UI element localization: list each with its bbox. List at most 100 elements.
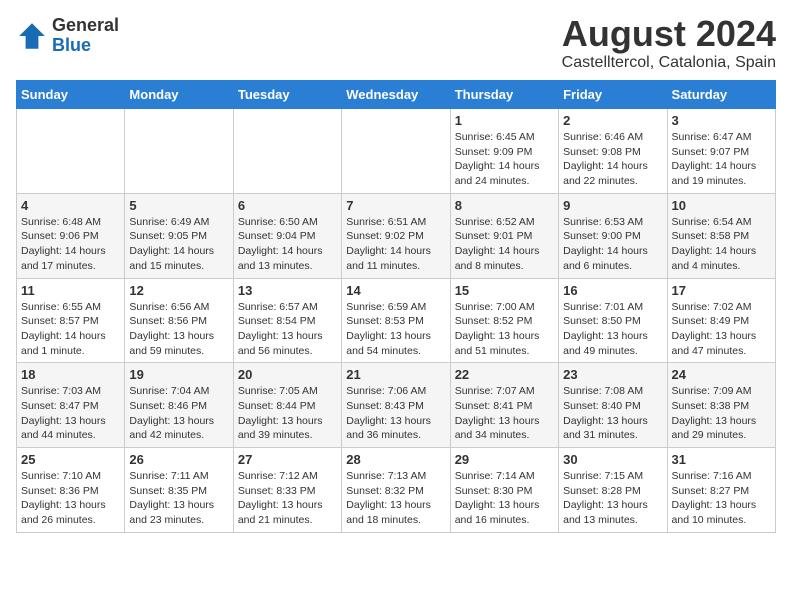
day-info: Sunrise: 7:01 AM Sunset: 8:50 PM Dayligh… — [563, 300, 662, 359]
logo: General Blue — [16, 16, 119, 56]
calendar-cell: 18 Sunrise: 7:03 AM Sunset: 8:47 PM Dayli… — [17, 363, 125, 448]
day-info: Sunrise: 6:52 AM Sunset: 9:01 PM Dayligh… — [455, 215, 554, 274]
calendar-cell — [125, 109, 233, 194]
day-number: 5 — [129, 198, 228, 213]
weekday-header-sunday: Sunday — [17, 81, 125, 109]
day-info: Sunrise: 7:15 AM Sunset: 8:28 PM Dayligh… — [563, 469, 662, 528]
day-info: Sunrise: 7:06 AM Sunset: 8:43 PM Dayligh… — [346, 384, 445, 443]
day-number: 27 — [238, 452, 337, 467]
day-info: Sunrise: 7:12 AM Sunset: 8:33 PM Dayligh… — [238, 469, 337, 528]
weekday-header-wednesday: Wednesday — [342, 81, 450, 109]
day-info: Sunrise: 6:56 AM Sunset: 8:56 PM Dayligh… — [129, 300, 228, 359]
day-info: Sunrise: 6:55 AM Sunset: 8:57 PM Dayligh… — [21, 300, 120, 359]
day-number: 15 — [455, 283, 554, 298]
day-info: Sunrise: 7:09 AM Sunset: 8:38 PM Dayligh… — [672, 384, 771, 443]
title-section: August 2024 Castelltercol, Catalonia, Sp… — [562, 16, 776, 72]
day-info: Sunrise: 7:03 AM Sunset: 8:47 PM Dayligh… — [21, 384, 120, 443]
logo-text: General Blue — [52, 16, 119, 56]
calendar-cell: 4 Sunrise: 6:48 AM Sunset: 9:06 PM Daylig… — [17, 193, 125, 278]
day-info: Sunrise: 6:54 AM Sunset: 8:58 PM Dayligh… — [672, 215, 771, 274]
calendar-week-4: 18 Sunrise: 7:03 AM Sunset: 8:47 PM Dayli… — [17, 363, 776, 448]
day-info: Sunrise: 7:04 AM Sunset: 8:46 PM Dayligh… — [129, 384, 228, 443]
day-info: Sunrise: 6:50 AM Sunset: 9:04 PM Dayligh… — [238, 215, 337, 274]
day-info: Sunrise: 6:51 AM Sunset: 9:02 PM Dayligh… — [346, 215, 445, 274]
calendar-cell: 22 Sunrise: 7:07 AM Sunset: 8:41 PM Dayli… — [450, 363, 558, 448]
weekday-header-monday: Monday — [125, 81, 233, 109]
calendar-cell: 9Sunrise: 6:53 AM Sunset: 9:00 PM Daylig… — [559, 193, 667, 278]
day-number: 23 — [563, 367, 662, 382]
day-number: 12 — [129, 283, 228, 298]
day-number: 24 — [672, 367, 771, 382]
day-number: 1 — [455, 113, 554, 128]
calendar-cell: 6Sunrise: 6:50 AM Sunset: 9:04 PM Daylig… — [233, 193, 341, 278]
day-info: Sunrise: 6:48 AM Sunset: 9:06 PM Dayligh… — [21, 215, 120, 274]
day-info: Sunrise: 7:08 AM Sunset: 8:40 PM Dayligh… — [563, 384, 662, 443]
day-info: Sunrise: 6:45 AM Sunset: 9:09 PM Dayligh… — [455, 130, 554, 189]
day-number: 20 — [238, 367, 337, 382]
day-number: 31 — [672, 452, 771, 467]
calendar-cell: 17Sunrise: 7:02 AM Sunset: 8:49 PM Dayli… — [667, 278, 775, 363]
day-info: Sunrise: 6:57 AM Sunset: 8:54 PM Dayligh… — [238, 300, 337, 359]
calendar-cell: 11 Sunrise: 6:55 AM Sunset: 8:57 PM Dayli… — [17, 278, 125, 363]
day-number: 14 — [346, 283, 445, 298]
weekday-header-tuesday: Tuesday — [233, 81, 341, 109]
day-number: 28 — [346, 452, 445, 467]
day-number: 16 — [563, 283, 662, 298]
day-number: 11 — [21, 283, 120, 298]
day-number: 25 — [21, 452, 120, 467]
day-number: 3 — [672, 113, 771, 128]
calendar-week-1: 1 Sunrise: 6:45 AM Sunset: 9:09 PM Daylig… — [17, 109, 776, 194]
calendar-cell: 12 Sunrise: 6:56 AM Sunset: 8:56 PM Dayli… — [125, 278, 233, 363]
day-number: 7 — [346, 198, 445, 213]
day-number: 26 — [129, 452, 228, 467]
day-number: 21 — [346, 367, 445, 382]
day-number: 2 — [563, 113, 662, 128]
calendar-cell: 24 Sunrise: 7:09 AM Sunset: 8:38 PM Dayli… — [667, 363, 775, 448]
calendar-cell: 14 Sunrise: 6:59 AM Sunset: 8:53 PM Dayli… — [342, 278, 450, 363]
calendar-cell: 16 Sunrise: 7:01 AM Sunset: 8:50 PM Dayli… — [559, 278, 667, 363]
month-year: August 2024 — [562, 16, 776, 52]
day-info: Sunrise: 6:47 AM Sunset: 9:07 PM Dayligh… — [672, 130, 771, 189]
location: Castelltercol, Catalonia, Spain — [562, 54, 776, 72]
weekday-header-thursday: Thursday — [450, 81, 558, 109]
day-info: Sunrise: 6:49 AM Sunset: 9:05 PM Dayligh… — [129, 215, 228, 274]
calendar-cell: 2 Sunrise: 6:46 AM Sunset: 9:08 PM Daylig… — [559, 109, 667, 194]
logo-icon — [16, 20, 48, 52]
weekday-header-saturday: Saturday — [667, 81, 775, 109]
calendar-cell: 30Sunrise: 7:15 AM Sunset: 8:28 PM Dayli… — [559, 448, 667, 533]
calendar-cell: 15 Sunrise: 7:00 AM Sunset: 8:52 PM Dayli… — [450, 278, 558, 363]
calendar-cell: 5 Sunrise: 6:49 AM Sunset: 9:05 PM Daylig… — [125, 193, 233, 278]
day-info: Sunrise: 7:16 AM Sunset: 8:27 PM Dayligh… — [672, 469, 771, 528]
day-number: 9 — [563, 198, 662, 213]
day-number: 4 — [21, 198, 120, 213]
day-number: 13 — [238, 283, 337, 298]
day-info: Sunrise: 7:10 AM Sunset: 8:36 PM Dayligh… — [21, 469, 120, 528]
day-number: 18 — [21, 367, 120, 382]
day-number: 29 — [455, 452, 554, 467]
day-info: Sunrise: 7:00 AM Sunset: 8:52 PM Dayligh… — [455, 300, 554, 359]
calendar-cell — [17, 109, 125, 194]
calendar-week-5: 25 Sunrise: 7:10 AM Sunset: 8:36 PM Dayli… — [17, 448, 776, 533]
weekday-header-friday: Friday — [559, 81, 667, 109]
day-info: Sunrise: 7:13 AM Sunset: 8:32 PM Dayligh… — [346, 469, 445, 528]
calendar-cell: 28 Sunrise: 7:13 AM Sunset: 8:32 PM Dayli… — [342, 448, 450, 533]
calendar-cell: 3 Sunrise: 6:47 AM Sunset: 9:07 PM Daylig… — [667, 109, 775, 194]
day-number: 22 — [455, 367, 554, 382]
day-info: Sunrise: 7:05 AM Sunset: 8:44 PM Dayligh… — [238, 384, 337, 443]
calendar-cell — [233, 109, 341, 194]
calendar-cell: 27 Sunrise: 7:12 AM Sunset: 8:33 PM Dayli… — [233, 448, 341, 533]
calendar-cell: 1 Sunrise: 6:45 AM Sunset: 9:09 PM Daylig… — [450, 109, 558, 194]
calendar-cell: 10 Sunrise: 6:54 AM Sunset: 8:58 PM Dayli… — [667, 193, 775, 278]
calendar-cell: 31 Sunrise: 7:16 AM Sunset: 8:27 PM Dayli… — [667, 448, 775, 533]
calendar-cell — [342, 109, 450, 194]
calendar-cell: 13 Sunrise: 6:57 AM Sunset: 8:54 PM Dayli… — [233, 278, 341, 363]
calendar-cell: 21 Sunrise: 7:06 AM Sunset: 8:43 PM Dayli… — [342, 363, 450, 448]
day-info: Sunrise: 6:46 AM Sunset: 9:08 PM Dayligh… — [563, 130, 662, 189]
day-info: Sunrise: 6:59 AM Sunset: 8:53 PM Dayligh… — [346, 300, 445, 359]
calendar-week-2: 4 Sunrise: 6:48 AM Sunset: 9:06 PM Daylig… — [17, 193, 776, 278]
day-info: Sunrise: 7:07 AM Sunset: 8:41 PM Dayligh… — [455, 384, 554, 443]
day-info: Sunrise: 7:14 AM Sunset: 8:30 PM Dayligh… — [455, 469, 554, 528]
calendar-cell: 23 Sunrise: 7:08 AM Sunset: 8:40 PM Dayli… — [559, 363, 667, 448]
calendar-cell: 29 Sunrise: 7:14 AM Sunset: 8:30 PM Dayli… — [450, 448, 558, 533]
day-number: 10 — [672, 198, 771, 213]
